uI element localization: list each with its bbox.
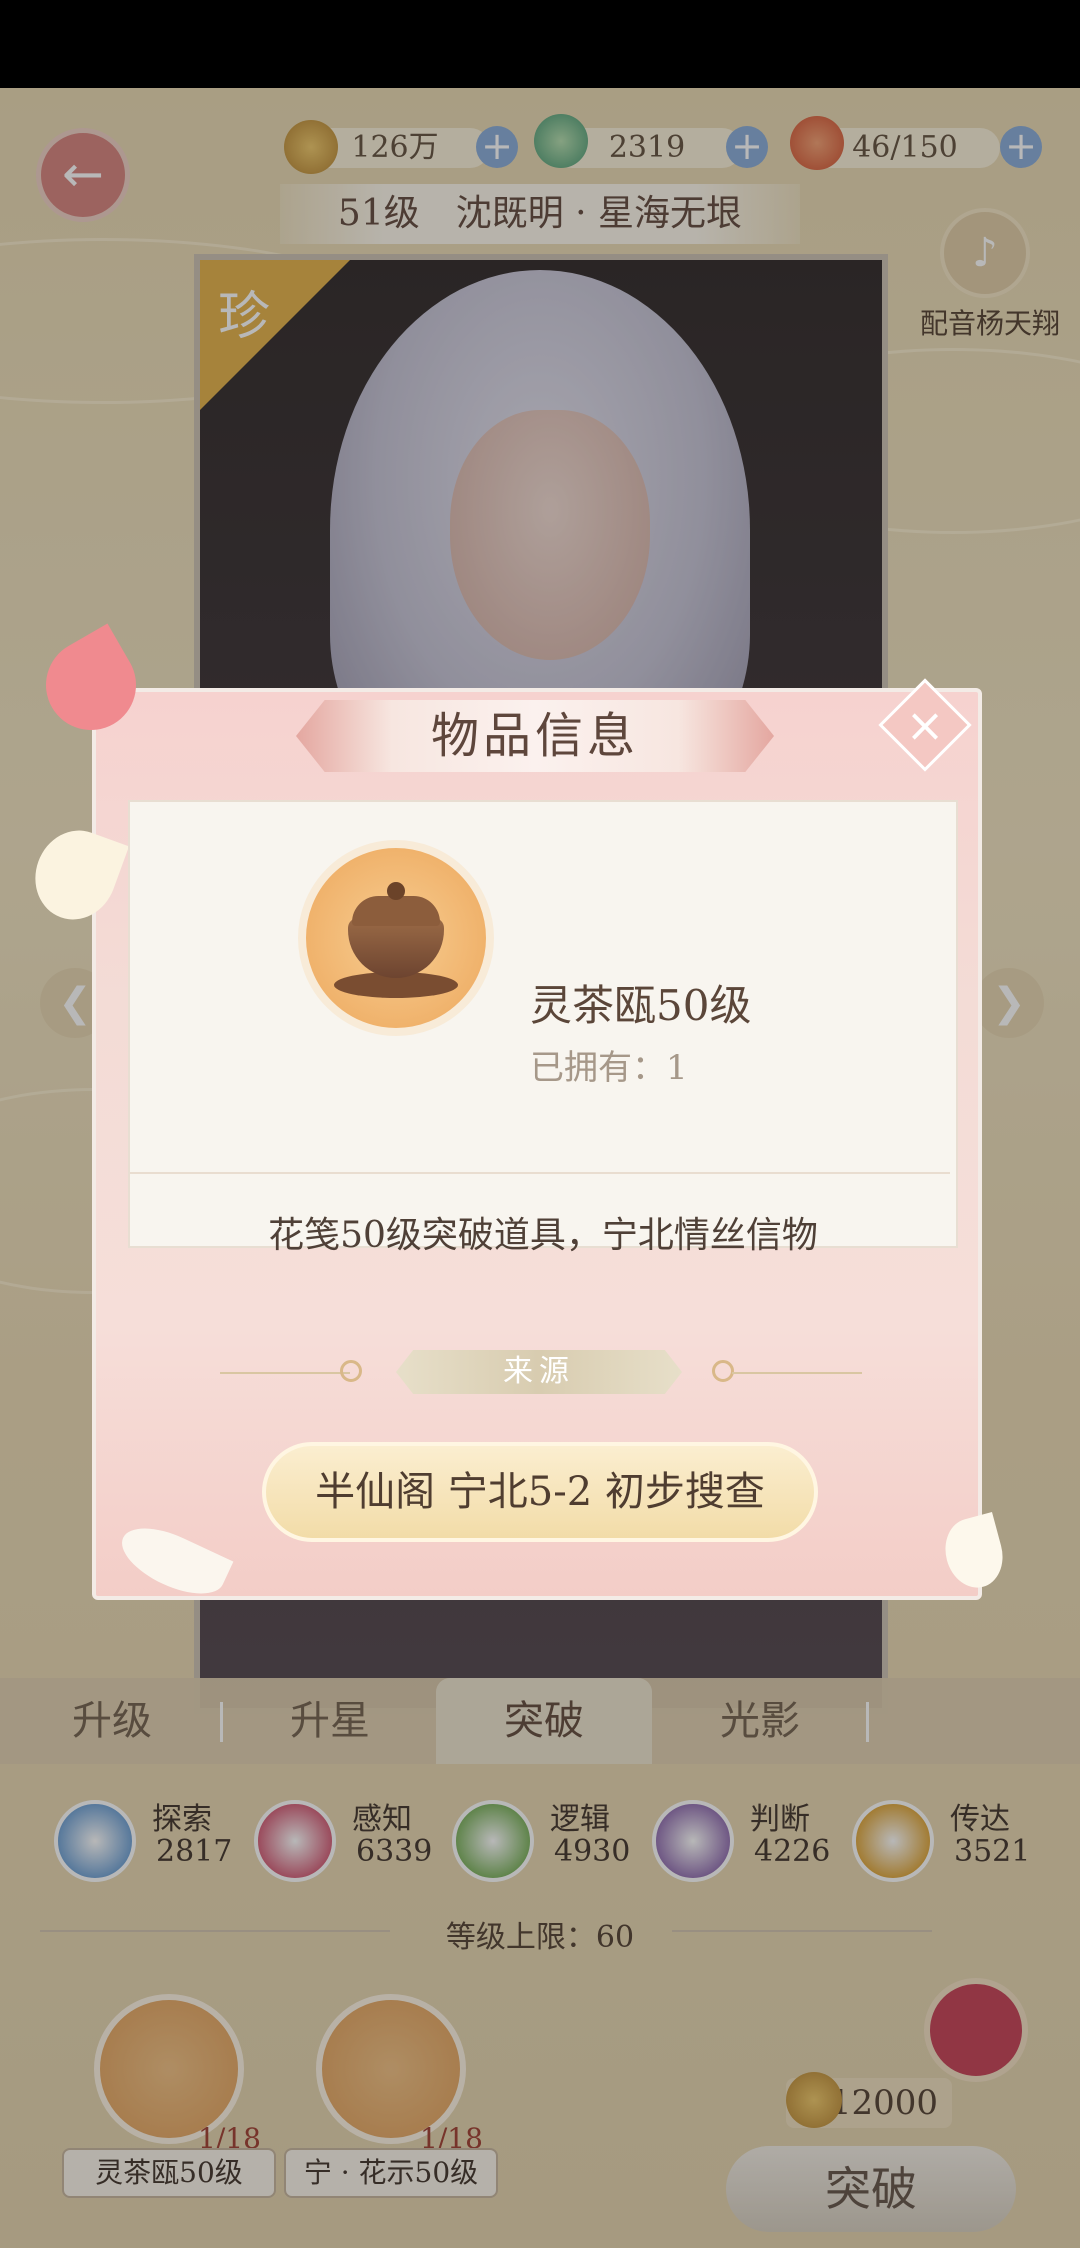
- divider-line: [130, 1172, 950, 1174]
- source-stage-button[interactable]: 半仙阁 宁北5-2 初步搜查: [262, 1442, 818, 1542]
- game-screen: ← 126万 + 2319 + 46/150 + 51级 沈既明 · 星海无垠 …: [0, 88, 1080, 2248]
- item-description: 花笺50级突破道具，宁北情丝信物: [268, 1215, 818, 1256]
- knot-ornament-icon: [340, 1360, 362, 1382]
- tea-cup-lid: [352, 896, 440, 926]
- tea-cup-knob: [387, 882, 405, 900]
- source-heading: 来源: [396, 1350, 682, 1394]
- item-owned-count: 已拥有：1: [530, 1048, 688, 1088]
- knot-ornament-icon: [712, 1360, 734, 1382]
- close-icon[interactable]: ×: [892, 692, 958, 758]
- source-divider-right: [732, 1372, 862, 1374]
- item-name: 灵茶瓯50级: [530, 981, 752, 1030]
- source-divider-left: [220, 1372, 350, 1374]
- dialog-title: 物品信息: [296, 700, 774, 772]
